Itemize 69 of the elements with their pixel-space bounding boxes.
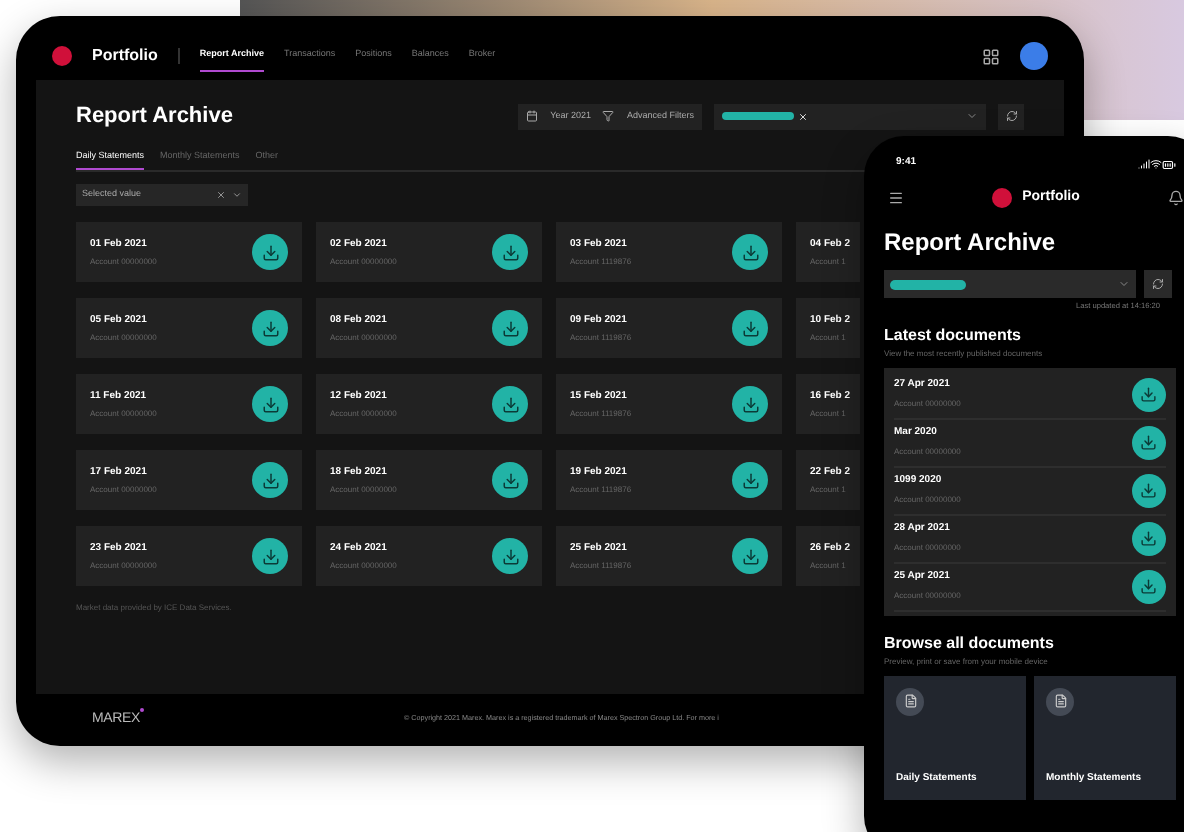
chevron-down-icon	[966, 110, 978, 123]
download-icon	[501, 243, 519, 262]
refresh-button[interactable]	[1144, 270, 1172, 298]
download-button[interactable]	[1132, 473, 1166, 508]
download-button[interactable]	[492, 462, 528, 499]
logo-icon	[52, 46, 72, 66]
download-button[interactable]	[252, 386, 288, 423]
download-button[interactable]	[732, 538, 768, 575]
download-icon	[261, 395, 279, 414]
download-icon	[501, 471, 519, 490]
document-icon	[1046, 687, 1074, 716]
download-button[interactable]	[732, 386, 768, 423]
section-title: Browse all documents	[884, 631, 1056, 656]
download-icon	[501, 319, 519, 338]
download-icon	[261, 319, 279, 338]
download-icon	[741, 395, 759, 414]
download-icon	[1140, 385, 1158, 403]
download-icon	[1140, 577, 1158, 595]
document-icon	[896, 687, 924, 716]
account-select[interactable]	[884, 270, 1136, 298]
apps-grid-icon[interactable]	[982, 47, 1000, 65]
download-icon	[741, 547, 759, 566]
refresh-icon	[1005, 110, 1017, 123]
download-icon	[261, 243, 279, 262]
download-button[interactable]	[252, 462, 288, 499]
download-icon	[261, 547, 279, 566]
avatar[interactable]	[1020, 42, 1048, 70]
brand-name: Portfolio	[92, 44, 158, 68]
download-button[interactable]	[1132, 569, 1166, 604]
download-icon	[1140, 481, 1158, 499]
logo-icon	[992, 188, 1013, 208]
download-icon	[1140, 433, 1158, 451]
download-button[interactable]	[492, 234, 528, 271]
wifi-icon	[1150, 158, 1162, 170]
download-button[interactable]	[1132, 521, 1166, 556]
download-button[interactable]	[492, 310, 528, 347]
download-icon	[501, 547, 519, 566]
page-title: Report Archive	[76, 102, 233, 132]
chevron-down-icon	[1118, 278, 1130, 290]
download-button[interactable]	[732, 462, 768, 499]
signal-icon	[1138, 158, 1150, 170]
download-button[interactable]	[252, 538, 288, 575]
download-button[interactable]	[1132, 377, 1166, 412]
download-icon	[1140, 529, 1158, 547]
chevron-down-icon	[232, 190, 242, 201]
download-button[interactable]	[252, 234, 288, 271]
page-title: Report Archive	[884, 226, 1058, 260]
filter-icon	[602, 110, 615, 123]
download-icon	[741, 471, 759, 490]
download-icon	[501, 395, 519, 414]
section-title: Latest documents	[884, 323, 1023, 348]
download-button[interactable]	[492, 386, 528, 423]
account-select[interactable]	[714, 103, 986, 130]
selected-chip	[722, 112, 794, 121]
calendar-icon	[526, 110, 539, 123]
download-icon	[261, 471, 279, 490]
refresh-icon	[1152, 278, 1164, 290]
download-button[interactable]	[252, 310, 288, 347]
download-icon	[741, 243, 759, 262]
download-icon	[741, 319, 759, 338]
battery-icon	[1162, 157, 1176, 171]
selected-chip	[890, 279, 966, 289]
refresh-button[interactable]	[998, 103, 1024, 130]
menu-icon[interactable]	[888, 190, 904, 206]
notification-icon[interactable]	[1168, 190, 1184, 206]
download-button[interactable]	[732, 234, 768, 271]
download-button[interactable]	[1132, 425, 1166, 460]
download-button[interactable]	[492, 538, 528, 575]
download-button[interactable]	[732, 310, 768, 347]
